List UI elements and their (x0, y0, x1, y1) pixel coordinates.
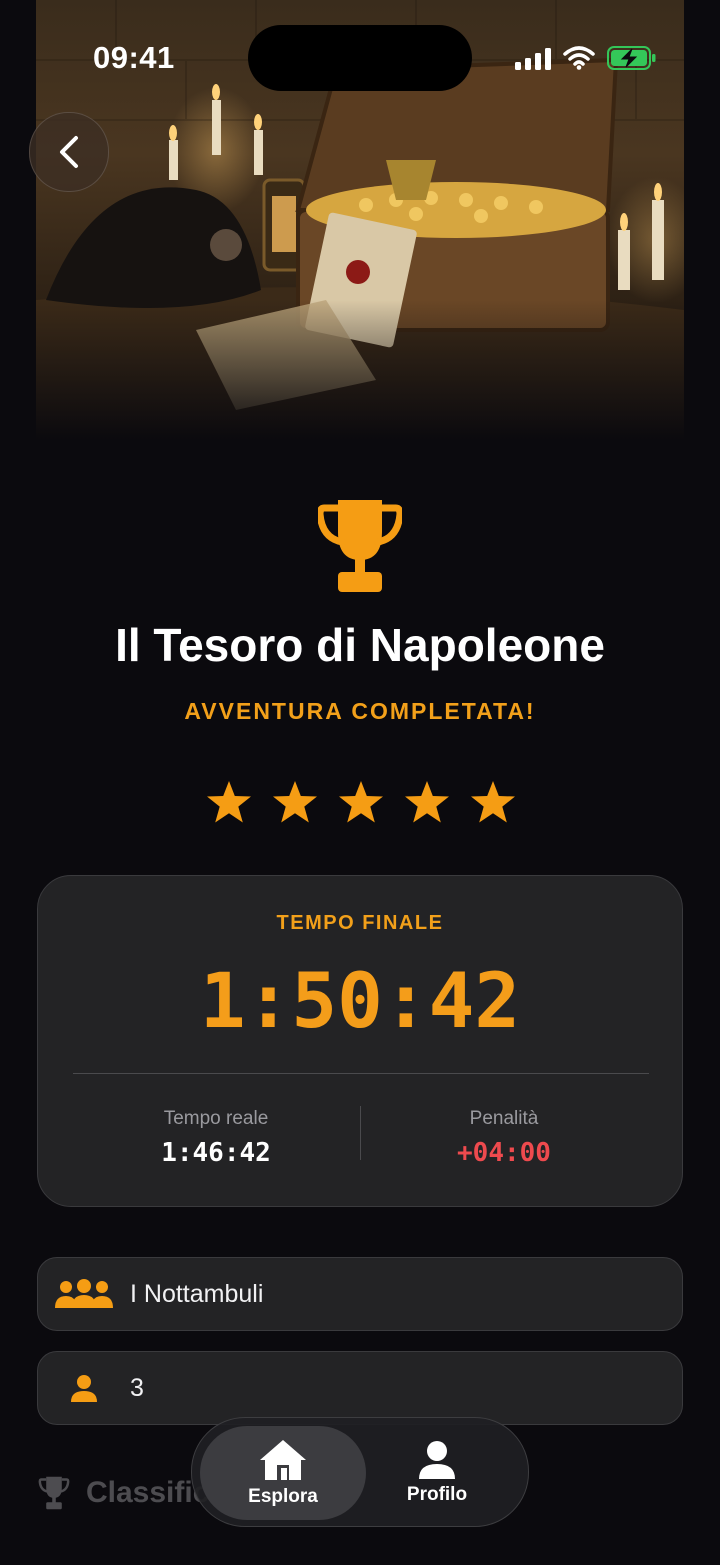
wifi-icon (563, 46, 595, 70)
person-icon (419, 1441, 455, 1479)
tab-label: Esplora (248, 1486, 318, 1507)
star-icon (273, 781, 317, 823)
back-button[interactable] (29, 112, 109, 192)
star-icon (339, 781, 383, 823)
chevron-left-icon (60, 136, 78, 168)
players-row: 3 (37, 1351, 683, 1425)
tab-profilo[interactable]: Profilo (354, 1426, 520, 1520)
divider (73, 1073, 649, 1074)
final-time-value: 1:50:42 (199, 956, 521, 1045)
group-icon (55, 1279, 113, 1308)
penalty-label: Penalità (469, 1108, 539, 1129)
real-time-label: Tempo reale (163, 1108, 269, 1129)
signal-icon (515, 48, 551, 70)
status-time: 09:41 (93, 40, 175, 75)
final-time-card: TEMPO FINALE 1:50:42 Tempo reale 1:46:42… (37, 875, 683, 1207)
trophy-icon (38, 1476, 70, 1510)
team-row: I Nottambuli (37, 1257, 683, 1331)
real-time-stat: Tempo reale 1:46:42 (96, 1108, 336, 1168)
dynamic-island (248, 25, 472, 91)
penalty-value: +04:00 (457, 1138, 551, 1168)
tab-esplora[interactable]: Esplora (200, 1426, 366, 1520)
status-bar: 09:41 (0, 0, 720, 120)
trophy-icon (318, 500, 402, 592)
player-count: 3 (130, 1373, 144, 1402)
divider (360, 1106, 361, 1160)
star-icon (471, 781, 515, 823)
tab-label: Profilo (406, 1484, 468, 1505)
house-icon (260, 1440, 306, 1480)
team-name: I Nottambuli (130, 1279, 264, 1308)
completion-label: AVVENTURA COMPLETATA! (184, 698, 536, 724)
final-time-label: TEMPO FINALE (276, 912, 444, 934)
star-icon (207, 781, 251, 823)
rating-stars (206, 780, 516, 824)
real-time-value: 1:46:42 (161, 1138, 271, 1168)
tab-bar: Esplora Profilo (191, 1417, 529, 1527)
battery-charging-icon (607, 46, 656, 70)
leaderboard-header: Classific (38, 1476, 209, 1510)
person-icon (71, 1375, 97, 1402)
penalty-stat: Penalità +04:00 (384, 1108, 624, 1168)
star-icon (405, 781, 449, 823)
adventure-title: Il Tesoro di Napoleone (115, 619, 605, 671)
